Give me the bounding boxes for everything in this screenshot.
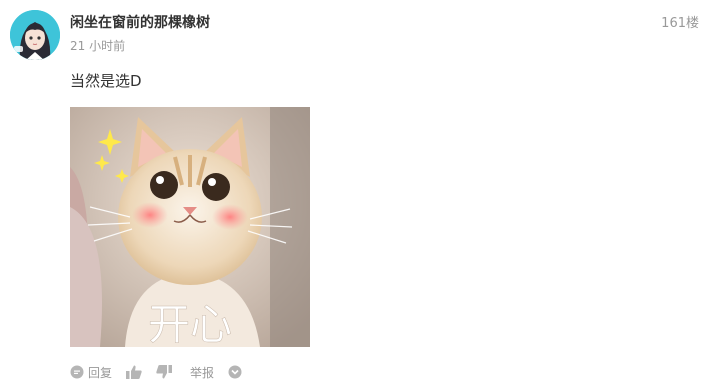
dislike-button[interactable] bbox=[156, 365, 173, 379]
more-options-button[interactable] bbox=[228, 365, 242, 379]
avatar[interactable] bbox=[10, 10, 60, 60]
cat-sticker-image[interactable]: 开心 bbox=[70, 107, 310, 347]
reply-label: 回复 bbox=[88, 365, 113, 380]
avatar-image bbox=[10, 10, 60, 60]
post-time: 21 小时前 bbox=[70, 39, 126, 53]
sticker-caption: 开心 bbox=[148, 300, 232, 347]
cat-illustration: 开心 bbox=[70, 107, 310, 347]
username[interactable]: 闲坐在窗前的那棵橡树 bbox=[70, 12, 210, 32]
report-button[interactable]: 举报 bbox=[186, 364, 214, 381]
comment-text: 当然是选D bbox=[70, 72, 142, 90]
thumbs-up-icon bbox=[126, 365, 142, 379]
chevron-down-circle-icon bbox=[228, 365, 242, 379]
like-button[interactable] bbox=[126, 365, 142, 379]
report-label: 举报 bbox=[190, 365, 215, 380]
floor-number: 161楼 bbox=[661, 16, 699, 31]
action-bar: 回复 举报 bbox=[70, 362, 256, 382]
thumbs-down-icon bbox=[156, 365, 173, 379]
reply-button[interactable]: 回复 bbox=[70, 364, 112, 381]
comment-bubble-icon bbox=[70, 365, 84, 379]
